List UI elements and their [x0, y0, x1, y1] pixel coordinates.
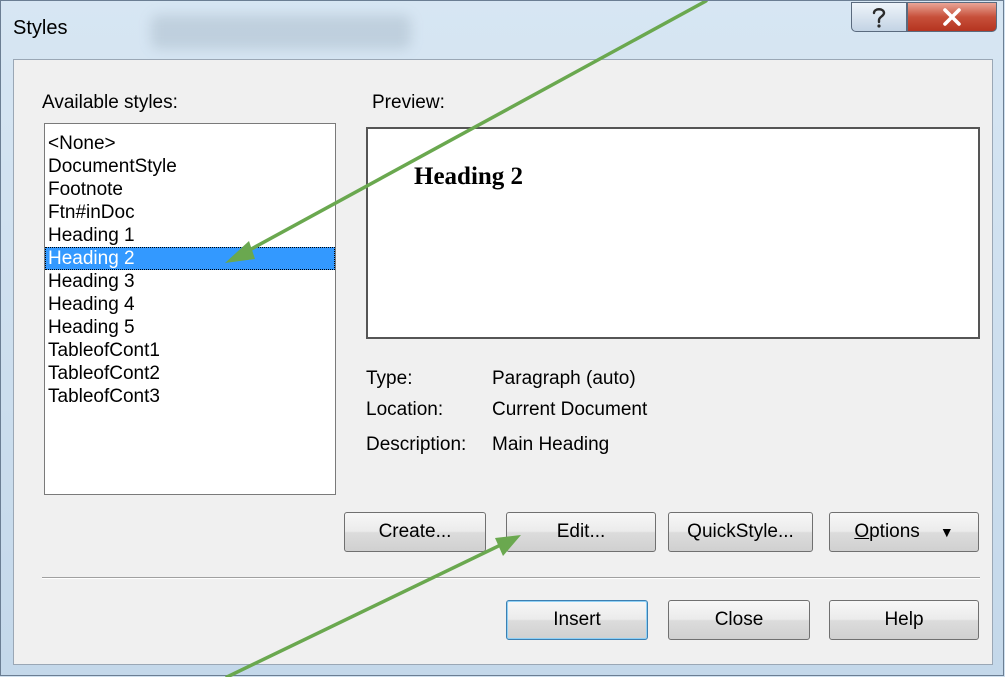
edit-button[interactable]: Edit...: [506, 512, 656, 552]
location-value: Current Document: [492, 399, 648, 420]
dialog-title: Styles: [13, 17, 68, 39]
style-list-item[interactable]: TableofCont1: [45, 339, 335, 362]
style-list-item[interactable]: Heading 5: [45, 316, 335, 339]
close-button[interactable]: Close: [668, 600, 810, 640]
description-value: Main Heading: [492, 434, 610, 455]
preview-text: Heading 2: [414, 163, 524, 190]
description-label: Description:: [366, 434, 467, 455]
style-list-item[interactable]: <None>: [45, 132, 335, 155]
options-label: Options: [854, 521, 920, 542]
title-close-button[interactable]: [907, 2, 997, 32]
style-list-item[interactable]: Ftn#inDoc: [45, 201, 335, 224]
type-label: Type:: [366, 368, 413, 389]
style-list-item[interactable]: Heading 2: [45, 247, 335, 270]
style-list-item[interactable]: TableofCont2: [45, 362, 335, 385]
style-list-item[interactable]: Footnote: [45, 178, 335, 201]
separator-line: [42, 577, 980, 579]
style-list-item[interactable]: DocumentStyle: [45, 155, 335, 178]
style-list-item[interactable]: Heading 1: [45, 224, 335, 247]
question-mark-icon: [872, 8, 886, 28]
location-label: Location:: [366, 399, 444, 420]
style-list-item[interactable]: TableofCont3: [45, 385, 335, 408]
insert-button[interactable]: Insert: [506, 600, 648, 640]
title-help-button[interactable]: [851, 2, 907, 32]
style-list-item[interactable]: Heading 4: [45, 293, 335, 316]
background-blur: [151, 15, 411, 49]
quickstyle-button[interactable]: QuickStyle...: [668, 512, 813, 552]
available-styles-list[interactable]: <None> DocumentStyle Footnote Ftn#inDoc Head…: [44, 123, 336, 495]
help-button[interactable]: Help: [829, 600, 979, 640]
styles-dialog: Styles Available styles: <None> DocumentS…: [0, 0, 1004, 677]
dialog-client-area: Available styles: <None> DocumentStyle Foo…: [13, 59, 993, 665]
style-list-item[interactable]: Heading 3: [45, 270, 335, 293]
options-button[interactable]: Options ▼: [829, 512, 979, 552]
close-x-icon: [943, 8, 961, 26]
create-button[interactable]: Create...: [344, 512, 486, 552]
preview-label: Preview:: [372, 92, 445, 113]
preview-box: Heading 2: [366, 127, 980, 339]
type-value: Paragraph (auto): [492, 368, 636, 389]
dropdown-arrow-icon: ▼: [939, 524, 954, 540]
available-styles-label: Available styles:: [42, 92, 178, 113]
